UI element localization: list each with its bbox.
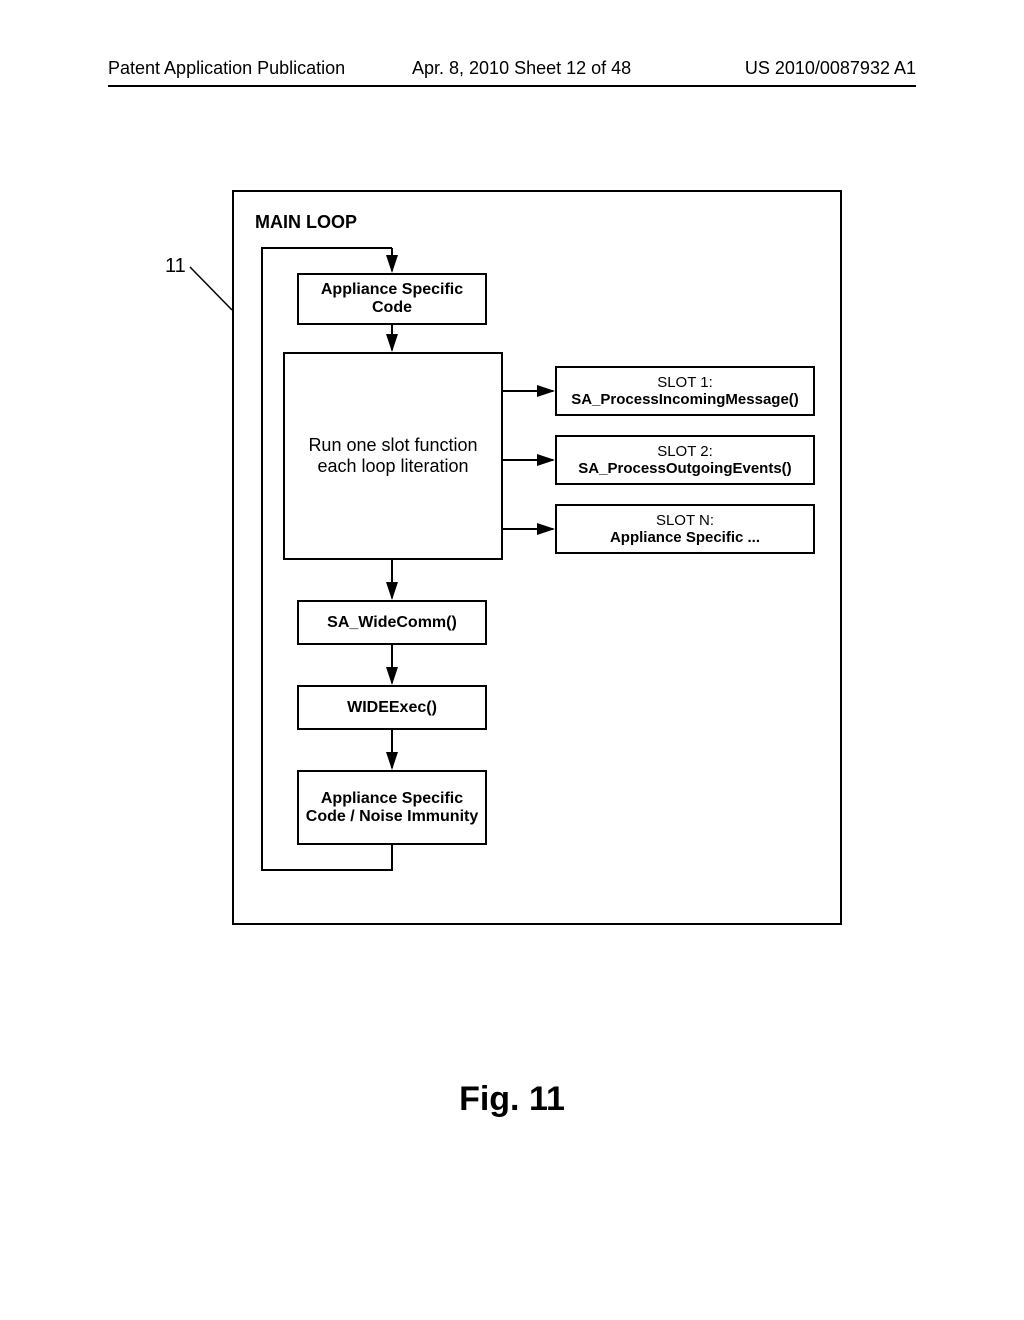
- reference-number: 11: [165, 255, 186, 278]
- box-run-slot-text: Run one slot function each loop literati…: [308, 435, 478, 477]
- main-loop-title: MAIN LOOP: [255, 212, 357, 233]
- box-wideexec: WIDEExec(): [297, 685, 487, 730]
- header-center: Apr. 8, 2010 Sheet 12 of 48: [412, 58, 631, 79]
- slotn-line2: Appliance Specific ...: [610, 529, 760, 546]
- figure-caption: Fig. 11: [0, 1080, 1024, 1119]
- box-slot-n: SLOT N: Appliance Specific ...: [555, 504, 815, 554]
- box-noise-immunity: Appliance Specific Code / Noise Immunity: [297, 770, 487, 845]
- slot1-line2: SA_ProcessIncomingMessage(): [571, 391, 799, 408]
- box-slot-2: SLOT 2: SA_ProcessOutgoingEvents(): [555, 435, 815, 485]
- header-right: US 2010/0087932 A1: [745, 58, 916, 79]
- page-header: Patent Application Publication Apr. 8, 2…: [0, 58, 1024, 87]
- slot2-line1: SLOT 2:: [657, 443, 713, 460]
- box-slot-1: SLOT 1: SA_ProcessIncomingMessage(): [555, 366, 815, 416]
- slot1-line1: SLOT 1:: [657, 374, 713, 391]
- slot2-line2: SA_ProcessOutgoingEvents(): [578, 460, 791, 477]
- box-appliance-specific-code: Appliance Specific Code: [297, 273, 487, 325]
- box-run-slot: Run one slot function each loop literati…: [283, 352, 503, 560]
- header-rule: [108, 85, 916, 87]
- slotn-line1: SLOT N:: [656, 512, 714, 529]
- header-left: Patent Application Publication: [108, 58, 345, 79]
- box-sa-widecomm: SA_WideComm(): [297, 600, 487, 645]
